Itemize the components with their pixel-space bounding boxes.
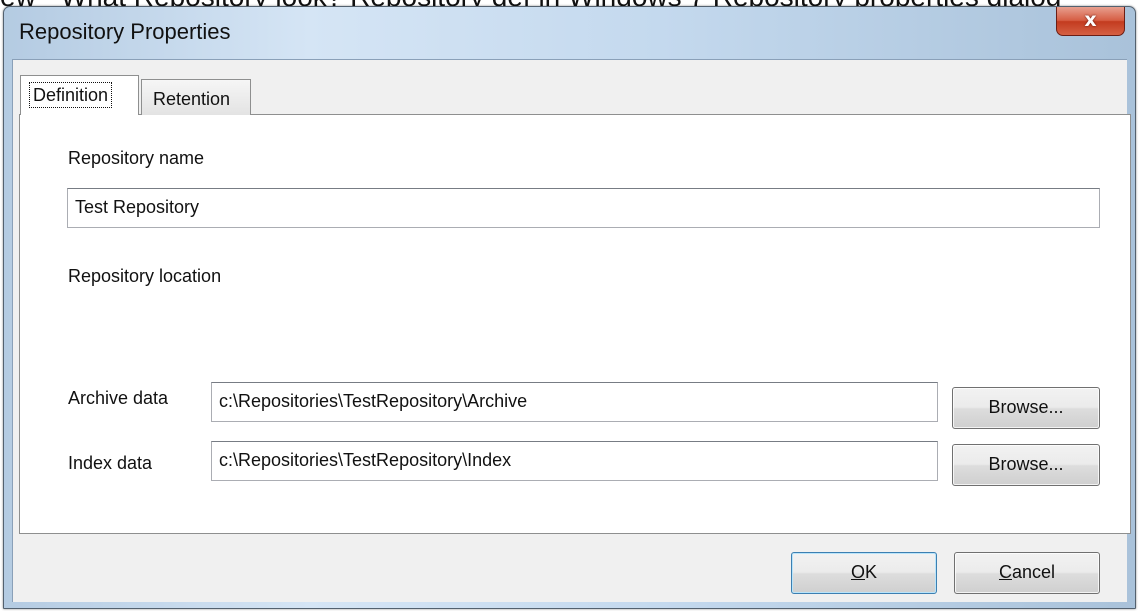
dialog-title-bar[interactable]: Repository Properties x <box>4 7 1135 59</box>
cancel-mnemonic: C <box>998 562 1012 582</box>
tab-definition-label: Definition <box>29 82 113 108</box>
ok-button[interactable]: OK <box>791 552 937 594</box>
index-browse-button[interactable]: Browse... <box>952 444 1100 486</box>
tab-retention-label: Retention <box>153 89 231 109</box>
cancel-button[interactable]: Cancel <box>954 552 1100 594</box>
ok-label-rest: K <box>865 562 878 582</box>
screenshot-canvas: ew - What Repository look? Repository de… <box>0 0 1139 611</box>
dialog-title: Repository Properties <box>19 19 231 44</box>
repository-name-input[interactable]: Test Repository <box>67 188 1100 228</box>
archive-data-path-input[interactable]: c:\Repositories\TestRepository\Archive <box>211 382 938 422</box>
close-button[interactable]: x <box>1056 7 1125 36</box>
cancel-label-rest: ancel <box>1011 562 1056 582</box>
tab-retention[interactable]: Retention <box>141 79 251 115</box>
ok-mnemonic: O <box>850 562 865 582</box>
index-data-path-input[interactable]: c:\Repositories\TestRepository\Index <box>211 441 938 481</box>
tab-definition[interactable]: Definition <box>20 75 139 115</box>
repository-name-group-label: Repository name <box>63 145 210 171</box>
close-icon: x <box>1084 9 1097 31</box>
archive-browse-button[interactable]: Browse... <box>952 387 1100 429</box>
index-data-label: Index data <box>68 453 153 473</box>
archive-data-label: Archive data <box>68 388 169 408</box>
repository-location-group-label: Repository location <box>63 263 227 289</box>
